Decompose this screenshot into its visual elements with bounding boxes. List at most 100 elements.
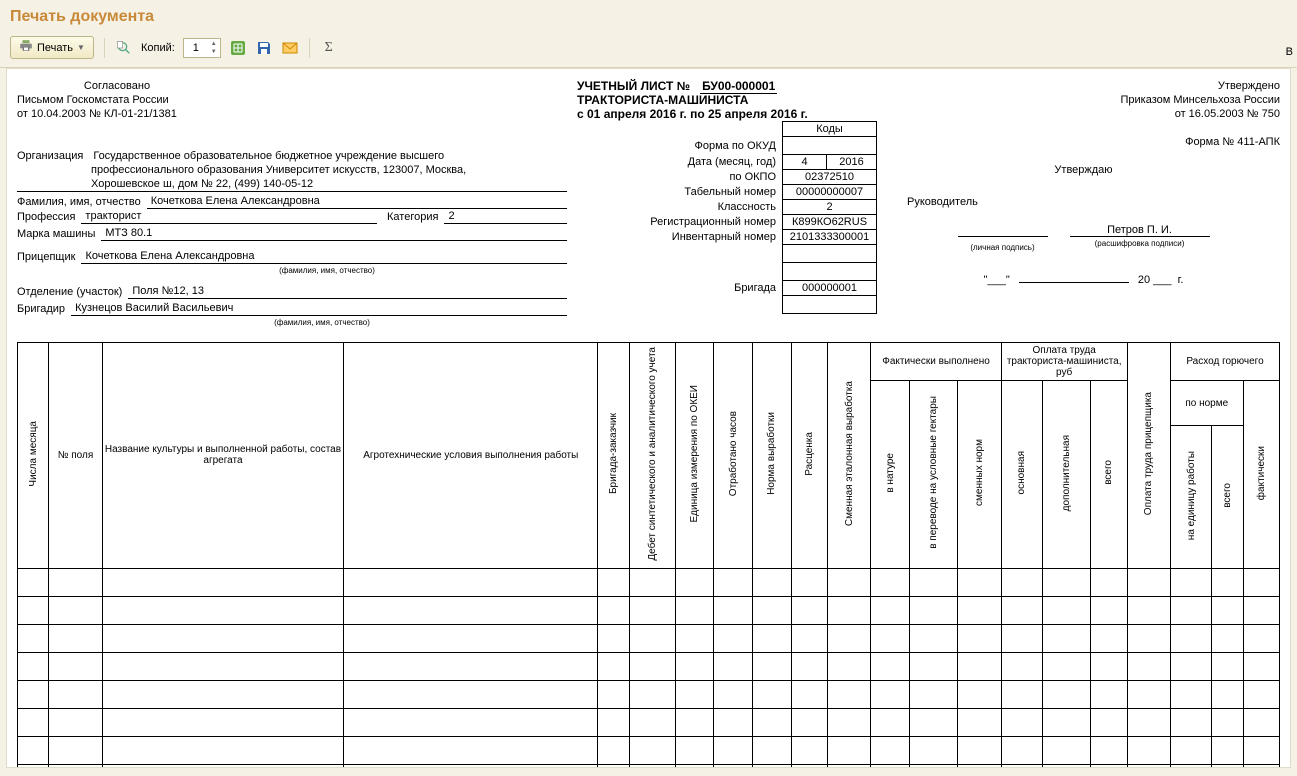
div-label: Отделение (участок) bbox=[17, 285, 128, 299]
okpo-value: 02372510 bbox=[783, 170, 877, 185]
okpo-label: по ОКПО bbox=[644, 170, 782, 185]
th-hitch-pay: Оплата труда прицепщика bbox=[1143, 390, 1154, 517]
right-edge-text: В bbox=[1286, 46, 1293, 58]
reg-value: К899КО62RUS bbox=[783, 215, 877, 230]
th-add-pay: дополнительная bbox=[1061, 433, 1072, 513]
save-icon[interactable] bbox=[255, 39, 273, 57]
mach-value: МТЗ 80.1 bbox=[101, 226, 567, 241]
tab-label: Табельный номер bbox=[644, 185, 782, 200]
class-label: Классность bbox=[644, 200, 782, 215]
sigma-icon[interactable]: Σ bbox=[320, 39, 338, 57]
th-etalon: Сменная эталонная выработка bbox=[844, 379, 855, 528]
th-shiftnorm: сменных норм bbox=[974, 437, 985, 508]
th-fuel-fact: фактически bbox=[1256, 444, 1267, 502]
copies-label: Копий: bbox=[141, 42, 175, 54]
brigadir-caption: (фамилия, имя, отчество) bbox=[17, 316, 567, 330]
spin-up-icon[interactable]: ▲ bbox=[208, 40, 220, 48]
table-row bbox=[18, 624, 1280, 652]
th-grp-pay: Оплата труда тракториста-машиниста, руб bbox=[1001, 343, 1127, 381]
approval-left-3: от 10.04.2003 № КЛ-01-21/1381 bbox=[17, 107, 567, 121]
mail-icon[interactable] bbox=[281, 39, 299, 57]
copies-input[interactable] bbox=[184, 41, 208, 55]
signature-line bbox=[958, 223, 1048, 237]
print-label: Печать bbox=[37, 42, 73, 54]
approval-right-2: Приказом Минсельхоза России bbox=[887, 93, 1280, 107]
okud-value bbox=[783, 137, 877, 155]
div-value: Поля №12, 13 bbox=[128, 284, 567, 299]
codes-header: Коды bbox=[783, 122, 877, 137]
table-row bbox=[18, 680, 1280, 708]
th-grp-fuelnorm: по норме bbox=[1171, 381, 1244, 426]
th-hours: Отработано часов bbox=[728, 409, 739, 498]
signature-caption: (личная подпись) bbox=[952, 241, 1054, 255]
preview-icon[interactable] bbox=[115, 39, 133, 57]
inv-label: Инвентарный номер bbox=[644, 230, 782, 245]
approve-title: Утверждаю bbox=[887, 163, 1280, 177]
org-value-2: профессионального образования Университе… bbox=[17, 163, 567, 177]
table-row bbox=[18, 596, 1280, 624]
copies-stepper[interactable]: ▲ ▼ bbox=[183, 38, 221, 58]
th-fuel-total: всего bbox=[1222, 481, 1233, 510]
brig-label: Бригада bbox=[644, 281, 782, 296]
th-total-pay: всего bbox=[1103, 458, 1114, 487]
doc-title-3: с 01 апреля 2016 г. по 25 апреля 2016 г. bbox=[577, 107, 877, 121]
date-quote: "___" bbox=[984, 274, 1010, 286]
prof-label: Профессия bbox=[17, 210, 81, 224]
name-caption: (расшифровка подписи) bbox=[1064, 237, 1216, 251]
year-value: 2016 bbox=[827, 155, 877, 170]
prof-value: тракторист bbox=[81, 209, 377, 224]
print-button[interactable]: Печать ▼ bbox=[10, 36, 94, 59]
brig-value: 000000001 bbox=[783, 281, 877, 296]
th-main-pay: основная bbox=[1016, 449, 1027, 496]
document-area: Согласовано Письмом Госкомстата России о… bbox=[6, 68, 1291, 768]
hitch-value: Кочеткова Елена Александровна bbox=[81, 249, 567, 264]
mach-label: Марка машины bbox=[17, 227, 101, 241]
org-value-1: Государственное образовательное бюджетно… bbox=[89, 149, 567, 163]
name-line: Петров П. И. bbox=[1070, 223, 1210, 237]
form-number: Форма № 411-АПК bbox=[887, 135, 1280, 149]
th-fuel-perunit: на единицу работы bbox=[1186, 449, 1197, 542]
separator bbox=[309, 38, 310, 58]
separator bbox=[104, 38, 105, 58]
table-row bbox=[18, 568, 1280, 596]
date-month-line bbox=[1019, 269, 1129, 283]
date-year20: 20 ___ bbox=[1138, 274, 1172, 286]
doc-number: БУ00-000001 bbox=[700, 79, 777, 94]
class-value: 2 bbox=[783, 200, 877, 215]
spin-down-icon[interactable]: ▼ bbox=[208, 48, 220, 56]
th-convha: в переводе на условные гектары bbox=[928, 394, 939, 551]
approval-left-1: Согласовано bbox=[17, 79, 217, 93]
toolbar: Печать ▼ Копий: ▲ ▼ Σ bbox=[0, 32, 1297, 68]
approval-right-3: от 16.05.2003 № 750 bbox=[887, 107, 1280, 121]
table-row bbox=[18, 764, 1280, 768]
table-row bbox=[18, 708, 1280, 736]
th-day: Числа месяца bbox=[28, 419, 39, 489]
th-debit: Дебет синтетического и аналитического уч… bbox=[647, 345, 658, 563]
th-grp-fuel: Расход горючего bbox=[1171, 343, 1280, 381]
approval-right-1: Утверждено bbox=[887, 79, 1280, 93]
th-norm: Норма выработки bbox=[766, 410, 777, 497]
th-grp-fact: Фактически выполнено bbox=[871, 343, 1002, 381]
hitch-label: Прицепщик bbox=[17, 250, 81, 264]
table-row bbox=[18, 736, 1280, 764]
chevron-down-icon: ▼ bbox=[77, 43, 85, 52]
inv-value: 2101333300001 bbox=[783, 230, 877, 245]
fio-label: Фамилия, имя, отчество bbox=[17, 195, 147, 209]
org-row: Организация Государственное образователь… bbox=[17, 149, 567, 163]
approve-role: Руководитель bbox=[887, 195, 1280, 209]
printer-icon bbox=[19, 39, 33, 56]
approval-left-2: Письмом Госкомстата России bbox=[17, 93, 567, 107]
th-customer: Бригада-заказчик bbox=[608, 411, 619, 496]
table-body bbox=[18, 568, 1280, 768]
page-title: Печать документа bbox=[0, 0, 1297, 32]
org-value-3: Хорошевское ш, дом № 22, (499) 140-05-12 bbox=[17, 177, 567, 192]
cat-value: 2 bbox=[444, 209, 567, 224]
brigadir-value: Кузнецов Василий Васильевич bbox=[71, 301, 567, 316]
grid-icon[interactable] bbox=[229, 39, 247, 57]
fio-value: Кочеткова Елена Александровна bbox=[147, 194, 567, 209]
date-label: Дата (месяц, год) bbox=[644, 155, 782, 170]
cat-label: Категория bbox=[387, 210, 444, 224]
hitch-caption: (фамилия, имя, отчество) bbox=[17, 264, 567, 278]
th-work-name: Название культуры и выполненной работы, … bbox=[102, 343, 344, 569]
org-label: Организация bbox=[17, 149, 89, 163]
